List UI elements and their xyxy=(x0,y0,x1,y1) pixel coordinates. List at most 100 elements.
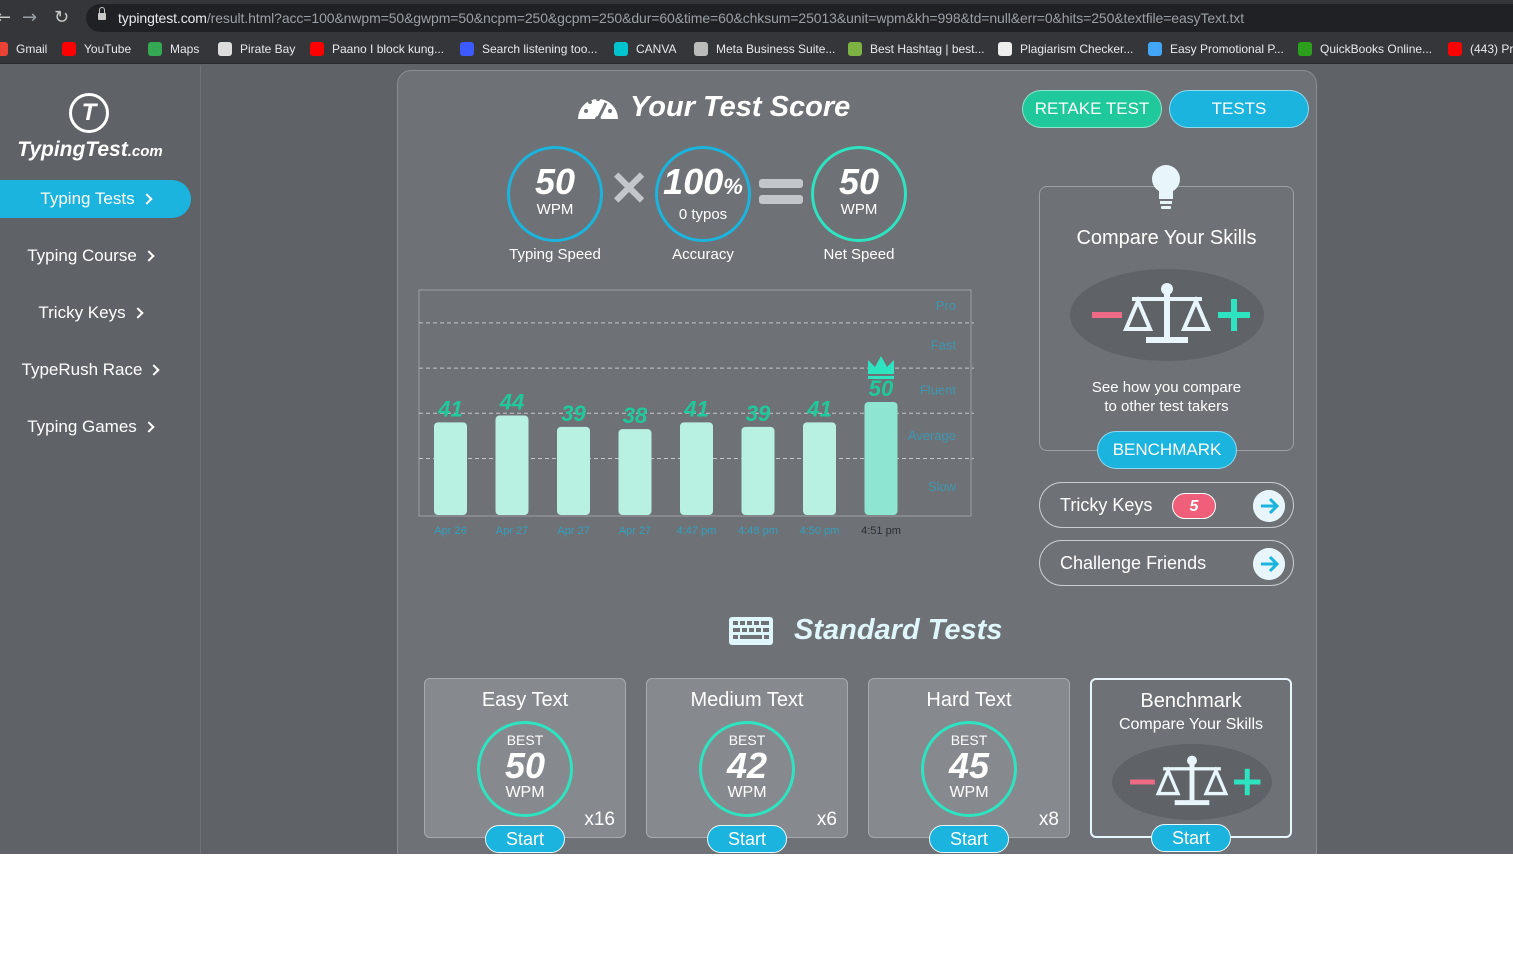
bookmark-item[interactable]: (443) Pr xyxy=(1448,42,1513,56)
bookmark-favicon-icon xyxy=(1148,42,1162,56)
bookmark-item[interactable]: Gmail xyxy=(0,42,47,56)
zone-label: Average xyxy=(908,428,956,443)
card-title: Benchmark xyxy=(1140,690,1242,712)
equals-icon xyxy=(759,195,803,204)
bookmark-favicon-icon xyxy=(694,42,708,56)
start-button[interactable]: Start xyxy=(707,825,787,853)
start-button[interactable]: Start xyxy=(929,825,1009,853)
arrow-right-icon xyxy=(1253,548,1285,580)
bookmark-label: Maps xyxy=(170,42,200,56)
forward-arrow-icon[interactable]: → xyxy=(22,7,37,28)
sidebar-item-typing-tests[interactable]: Typing Tests xyxy=(0,180,191,218)
reload-icon[interactable]: ↻ xyxy=(54,7,69,28)
challenge-friends-button[interactable]: Challenge Friends xyxy=(1039,540,1294,586)
bookmark-favicon-icon xyxy=(614,42,628,56)
standard-tests-title: Standard Tests xyxy=(728,614,1002,647)
bookmark-favicon-icon xyxy=(1298,42,1312,56)
bookmark-item[interactable]: CANVA xyxy=(614,42,676,56)
benchmark-button[interactable]: BENCHMARK xyxy=(1097,431,1237,469)
tests-button[interactable]: TESTS xyxy=(1169,90,1309,128)
bookmark-label: YouTube xyxy=(84,42,132,56)
chevron-right-icon xyxy=(148,364,161,376)
bookmark-favicon-icon xyxy=(460,42,474,56)
chart-bar xyxy=(864,402,898,515)
test-card-easy[interactable]: Easy Text BEST 50 WPM x16 Start xyxy=(424,678,626,853)
bookmark-item[interactable]: Paano I block kung... xyxy=(310,42,444,56)
chart-bar xyxy=(680,422,713,515)
zone-label: Fast xyxy=(931,338,957,353)
bookmark-label: CANVA xyxy=(636,42,677,56)
bookmark-label: QuickBooks Online... xyxy=(1320,42,1433,56)
sidebar-item-typing-course[interactable]: Typing Course xyxy=(0,237,180,275)
scale-icon xyxy=(1070,269,1264,361)
zone-label: Fluent xyxy=(920,383,957,398)
accuracy-label: Accuracy xyxy=(672,246,734,263)
sidebar-item-typing-games[interactable]: Typing Games xyxy=(0,408,180,446)
chart-bar xyxy=(803,422,836,515)
chart-bar xyxy=(557,426,590,515)
chevron-right-icon xyxy=(140,193,153,205)
compare-description: See how you compare to other test takers xyxy=(1091,379,1242,415)
address-bar: ← → ↻ typingtest.com/result.html?acc=100… xyxy=(0,0,1513,36)
bookmark-item[interactable]: Pirate Bay xyxy=(218,42,295,56)
url-input[interactable]: typingtest.com/result.html?acc=100&nwpm=… xyxy=(86,4,1513,32)
retake-test-button[interactable]: RETAKE TEST xyxy=(1022,90,1162,128)
test-card-medium[interactable]: Medium Text BEST 42 WPM x6 Start xyxy=(646,678,848,853)
bookmark-item[interactable]: Meta Business Suite... xyxy=(694,42,835,56)
bookmark-label: Search listening too... xyxy=(482,42,598,56)
score-title: Your Test Score xyxy=(576,89,850,125)
speedometer-icon xyxy=(578,97,618,122)
bookmark-item[interactable]: QuickBooks Online... xyxy=(1298,42,1432,56)
crown-base xyxy=(868,376,894,379)
test-card-benchmark[interactable]: Benchmark Compare Your Skills Start xyxy=(1090,678,1292,852)
page: T TypingTest.com Typing Tests Typing Cou… xyxy=(0,65,1513,854)
bookmark-item[interactable]: Search listening too... xyxy=(460,42,597,56)
equals-icon xyxy=(759,179,803,188)
bookmark-item[interactable]: Best Hashtag | best... xyxy=(848,42,985,56)
card-subtitle: Compare Your Skills xyxy=(1118,716,1264,733)
best-score-circle: BEST 50 WPM xyxy=(477,721,573,817)
chevron-right-icon xyxy=(143,421,155,433)
bar-data-label: 50 xyxy=(869,376,894,401)
sidebar-item-tricky-keys[interactable]: Tricky Keys xyxy=(0,294,180,332)
net-speed-label: Net Speed xyxy=(823,246,895,263)
start-button[interactable]: Start xyxy=(485,825,565,853)
lock-icon[interactable] xyxy=(98,7,106,21)
x-tick-label: 4:47 pm xyxy=(677,525,717,537)
compare-title: Compare Your Skills xyxy=(1076,227,1257,249)
attempt-count: x8 xyxy=(1038,809,1059,830)
bookmark-label: Easy Promotional P... xyxy=(1170,42,1284,56)
bookmark-label: Meta Business Suite... xyxy=(716,42,836,56)
tricky-keys-button[interactable]: Tricky Keys 5 xyxy=(1039,482,1294,528)
browser-window: ← → ↻ typingtest.com/result.html?acc=100… xyxy=(0,0,1513,854)
bar-data-label: 41 xyxy=(683,396,708,421)
logo-text[interactable]: TypingTest.com xyxy=(0,138,180,162)
card-title: Medium Text xyxy=(690,689,804,711)
bar-data-label: 39 xyxy=(746,401,771,426)
sidebar-item-typerush-race[interactable]: TypeRush Race xyxy=(0,351,180,389)
bookmark-item[interactable]: YouTube xyxy=(62,42,131,56)
bookmark-label: Best Hashtag | best... xyxy=(870,42,985,56)
bookmark-favicon-icon xyxy=(998,42,1012,56)
start-button[interactable]: Start xyxy=(1151,824,1231,852)
crown-icon xyxy=(868,356,894,374)
bar-data-label: 39 xyxy=(561,401,586,426)
bookmark-label: Plagiarism Checker... xyxy=(1020,42,1134,56)
arrow-right-icon xyxy=(1253,490,1285,522)
bookmark-item[interactable]: Maps xyxy=(148,42,199,56)
x-tick-label: Apr 27 xyxy=(557,525,589,537)
attempt-count: x6 xyxy=(816,809,837,830)
back-arrow-icon[interactable]: ← xyxy=(0,7,11,28)
logo-icon[interactable]: T xyxy=(69,93,109,133)
multiply-icon: ✕ xyxy=(609,163,650,216)
bar-data-label: 41 xyxy=(806,396,831,421)
tricky-keys-count-badge: 5 xyxy=(1172,493,1216,519)
test-card-hard[interactable]: Hard Text BEST 45 WPM x8 Start xyxy=(868,678,1070,853)
compare-skills-box: Compare Your Skills See how you compare t… xyxy=(1039,165,1294,469)
bookmark-item[interactable]: Easy Promotional P... xyxy=(1148,42,1284,56)
bookmark-favicon-icon xyxy=(62,42,76,56)
chart-bar xyxy=(495,415,529,515)
zone-label: Pro xyxy=(936,298,956,313)
chevron-right-icon xyxy=(131,307,144,319)
bookmark-item[interactable]: Plagiarism Checker... xyxy=(998,42,1133,56)
